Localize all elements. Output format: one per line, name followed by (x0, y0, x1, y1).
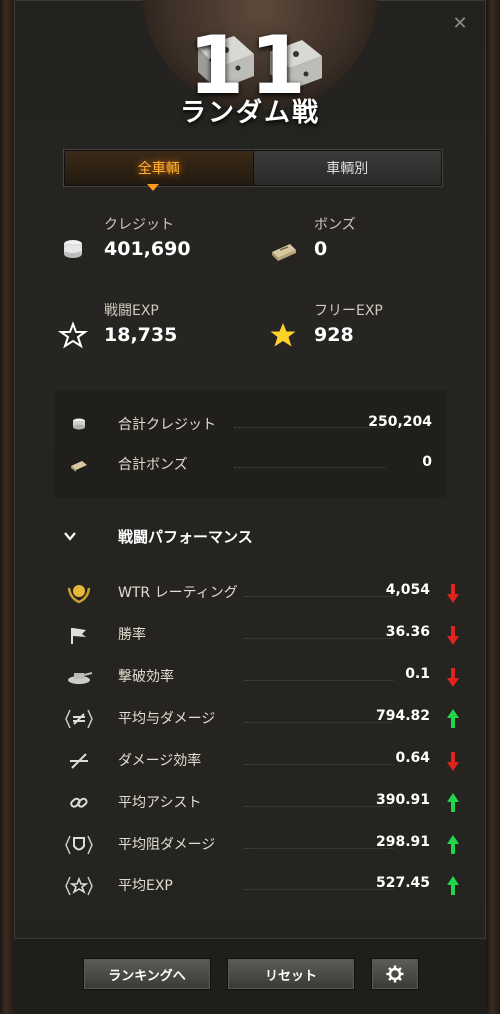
star-outline-icon (58, 321, 88, 349)
session-stats-panel: ✕ 11 ランダム戦 全車輌 車輌別 クレジット 401,690 ボンズ 0 戦… (14, 0, 486, 1013)
trend-down-icon (447, 668, 459, 687)
wtr-value: 4,054 (385, 582, 430, 598)
performance-row-avg-assist: 平均アシスト 390.91 (54, 790, 474, 816)
damage-ratio-label: ダメージ効率 (118, 753, 202, 769)
total-credits-label: 合計クレジット (118, 417, 216, 433)
trend-down-icon (447, 584, 459, 603)
credits-label: クレジット (104, 217, 174, 233)
kill-ratio-label: 撃破効率 (118, 669, 174, 685)
tab-by-vehicle[interactable]: 車輌別 (253, 151, 441, 185)
ranking-button[interactable]: ランキングへ (84, 959, 210, 989)
dotted-leader (244, 638, 394, 639)
credits-icon (64, 240, 82, 258)
performance-row-winrate: 勝率 36.36 (54, 622, 474, 648)
avg-blocked-label: 平均阻ダメージ (118, 837, 216, 853)
vehicle-tabs: 全車輌 車輌別 (64, 150, 442, 186)
performance-row-kill-ratio: 撃破効率 0.1 (54, 664, 474, 690)
destroyed-tank-icon (68, 672, 93, 684)
active-tab-indicator (147, 184, 159, 191)
performance-row-damage-ratio: ダメージ効率 0.64 (54, 748, 474, 774)
bonds-value: 0 (314, 238, 328, 260)
trend-up-icon (447, 793, 459, 812)
bonds-icon (71, 461, 87, 472)
dotted-leader (244, 806, 394, 807)
battle-exp-label: 戦闘EXP (104, 303, 159, 319)
avg-damage-value: 794.82 (375, 708, 430, 724)
tab-all-vehicles[interactable]: 全車輌 (65, 151, 254, 185)
wtr-label: WTR レーティング (118, 585, 238, 601)
trend-up-icon (447, 835, 459, 854)
star-gold-icon (270, 323, 296, 347)
dotted-leader (244, 764, 394, 765)
bonds-stat: ボンズ 0 (264, 210, 454, 270)
assist-icon (70, 797, 88, 808)
performance-row-wtr: WTR レーティング 4,054 (54, 580, 474, 606)
winrate-label: 勝率 (118, 627, 146, 643)
footer-bar: ランキングへ リセット (14, 938, 486, 1014)
dotted-leader (244, 889, 394, 890)
chevron-down-icon (64, 532, 76, 541)
exp-star-icon (65, 876, 93, 896)
performance-row-avg-exp: 平均EXP 527.45 (54, 873, 474, 899)
performance-title: 戦闘パフォーマンス (118, 528, 253, 546)
credits-value: 401,690 (104, 238, 191, 260)
background-right-edge (486, 0, 500, 1013)
trend-down-icon (447, 752, 459, 771)
free-exp-value: 928 (314, 324, 354, 346)
dotted-leader (244, 848, 394, 849)
total-credits-row: 合計クレジット 250,204 (54, 412, 446, 436)
gear-icon (386, 965, 404, 983)
battle-exp-value: 18,735 (104, 324, 178, 346)
trend-down-icon (447, 626, 459, 645)
credits-icon (73, 418, 85, 430)
bonds-label: ボンズ (314, 217, 356, 233)
damage-ratio-icon (70, 753, 88, 769)
kill-ratio-value: 0.1 (405, 666, 430, 682)
dotted-leader (234, 467, 386, 468)
background-left-edge (0, 0, 14, 1013)
blocked-damage-icon (65, 835, 93, 855)
avg-exp-label: 平均EXP (118, 878, 173, 894)
dotted-leader (244, 722, 394, 723)
avg-damage-label: 平均与ダメージ (118, 711, 216, 727)
battle-exp-stat: 戦闘EXP 18,735 (54, 296, 244, 356)
credits-stat: クレジット 401,690 (54, 210, 244, 270)
performance-row-avg-blocked: 平均阻ダメージ 298.91 (54, 832, 474, 858)
totals-box: 合計クレジット 250,204 合計ボンズ 0 (54, 390, 446, 498)
earnings-summary: クレジット 401,690 ボンズ 0 戦闘EXP 18,735 フリーEXP … (54, 210, 454, 370)
avg-blocked-value: 298.91 (375, 834, 430, 850)
avg-assist-label: 平均アシスト (118, 795, 202, 811)
avg-exp-value: 527.45 (375, 875, 430, 891)
flag-icon (71, 628, 86, 644)
performance-row-avg-damage: 平均与ダメージ 794.82 (54, 706, 474, 732)
dotted-leader (234, 427, 386, 428)
dotted-leader (244, 680, 394, 681)
total-credits-value: 250,204 (368, 414, 432, 430)
bonds-icon (272, 244, 296, 261)
dotted-leader (244, 596, 394, 597)
damage-dealt-icon (65, 709, 93, 729)
trend-up-icon (447, 709, 459, 728)
free-exp-label: フリーEXP (314, 303, 383, 319)
total-bonds-label: 合計ボンズ (118, 457, 188, 473)
free-exp-stat: フリーEXP 928 (264, 296, 454, 356)
avg-assist-value: 390.91 (375, 792, 430, 808)
performance-section-toggle[interactable]: 戦闘パフォーマンス (54, 526, 354, 550)
battle-type-title: ランダム戦 (179, 98, 320, 128)
wtr-laurel-icon (67, 585, 91, 604)
winrate-value: 36.36 (385, 624, 430, 640)
settings-button[interactable] (372, 959, 418, 989)
reset-button[interactable]: リセット (228, 959, 354, 989)
total-bonds-row: 合計ボンズ 0 (54, 452, 446, 476)
damage-ratio-value: 0.64 (395, 750, 430, 766)
total-bonds-value: 0 (422, 454, 432, 470)
trend-up-icon (447, 876, 459, 895)
